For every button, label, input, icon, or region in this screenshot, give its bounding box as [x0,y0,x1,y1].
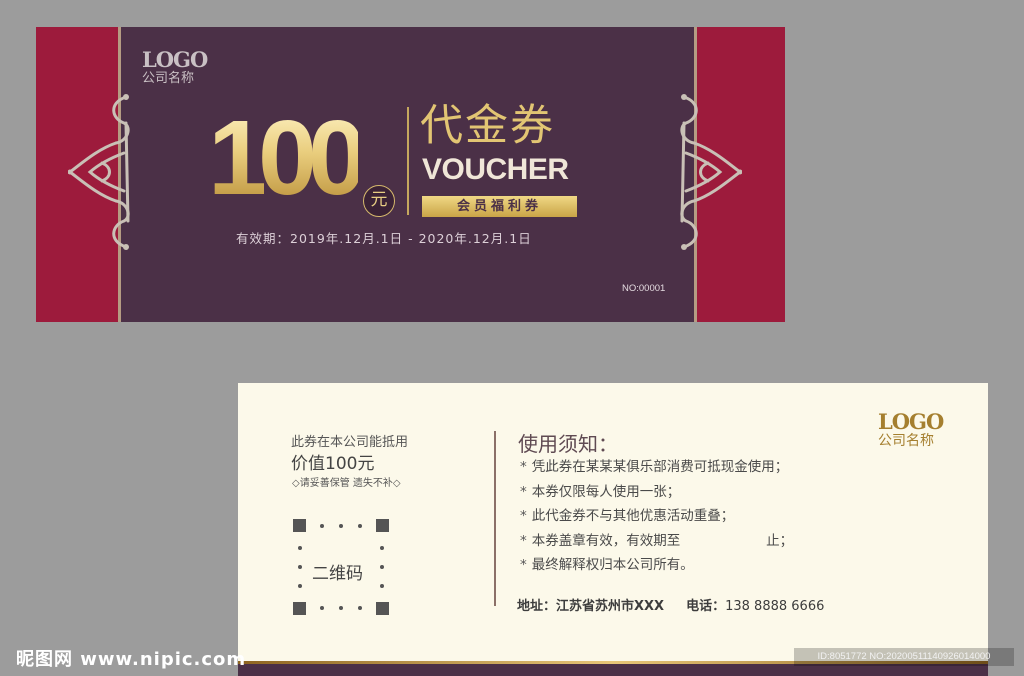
qr-dot [298,584,302,588]
bullet-star-icon: * [520,459,527,475]
rule-text: 凭此券在某某某俱乐部消费可抵现金使用； [531,459,789,475]
qr-dot [298,565,302,569]
qr-dot [320,524,324,528]
qr-dot [339,524,343,528]
voucher-title-cn: 代金券 [420,101,555,151]
qr-corner [293,519,306,532]
serial-number: NO:00001 [622,283,666,294]
qr-corner [376,602,389,615]
title-divider [407,107,409,215]
validity-period: 有效期：2019年.12月.1日 - 2020年.12月.1日 [236,231,532,246]
company-name: 公司名称 [878,433,934,449]
rules-list: * 凭此券在某某某俱乐部消费可抵现金使用； * 本券仅限每人使用一张； * 此代金券不… [520,458,793,581]
qr-corner [293,602,306,615]
rule-text: 最终解释权归本公司所有。 [531,557,694,573]
address-value: 江苏省苏州市XXX [556,599,665,614]
company-name: 公司名称 [142,71,195,86]
phone-value: 138 8888 6666 [725,599,825,614]
list-item: * 此代金券不与其他优惠活动重叠； [520,507,793,532]
address-label: 地址： [517,599,557,614]
value-text: 价值100元 [291,454,375,474]
qr-corner [376,519,389,532]
voucher-title-en: VOUCHER [422,153,569,186]
filigree-ornament-icon [68,94,130,250]
keep-note: ◇请妥善保管 遗失不补◇ [292,478,401,489]
bullet-star-icon: * [520,483,527,500]
bullet-star-icon: * [520,532,527,549]
filigree-ornament-icon [680,94,742,250]
usable-text: 此券在本公司能抵用 [291,435,409,450]
site-watermark: 昵图网 www.nipic.com [16,649,247,670]
member-benefit-badge: 会员福利券 [422,196,577,217]
qr-dot [298,546,302,550]
qr-code-label: 二维码 [312,564,363,584]
qr-dot [358,524,362,528]
qr-dot [380,565,384,569]
bullet-star-icon: * [520,508,527,524]
voucher-back: LOGO 公司名称 此券在本公司能抵用 价值100元 ◇请妥善保管 遗失不补◇ … [238,383,988,676]
voucher-amount: 100 [208,99,367,217]
rule-text: 本券仅限每人使用一张； [531,483,681,500]
logo-text: LOGO [142,47,208,72]
notice-title: 使用须知： [518,432,618,456]
bullet-star-icon: * [520,557,527,573]
phone-label: 电话： [686,599,726,614]
voucher-front: LOGO 公司名称 100 元 代金券 VOUCHER 会员福利券 有效期：20… [36,27,785,322]
image-id-watermark: ID:8051772 NO:20200511140926014000 [794,648,1014,666]
front-logo: LOGO 公司名称 [142,47,208,86]
list-item: * 凭此券在某某某俱乐部消费可抵现金使用； [520,458,793,483]
currency-badge: 元 [363,185,395,217]
list-item: * 本券仅限每人使用一张； [520,483,793,508]
back-divider [494,431,496,606]
back-logo: LOGO 公司名称 [878,409,944,449]
list-item: * 最终解释权归本公司所有。 [520,556,793,581]
qr-dot [358,606,362,610]
logo-text: LOGO [878,409,944,434]
list-item: * 本券盖章有效，有效期至 止； [520,532,793,557]
qr-dot [380,584,384,588]
qr-dot [339,606,343,610]
qr-dot [320,606,324,610]
contact-line: 地址：江苏省苏州市XXX 电话：138 8888 6666 [517,595,824,614]
rule-text: 本券盖章有效，有效期至 止； [531,532,794,549]
qr-dot [380,546,384,550]
rule-text: 此代金券不与其他优惠活动重叠； [531,508,735,524]
